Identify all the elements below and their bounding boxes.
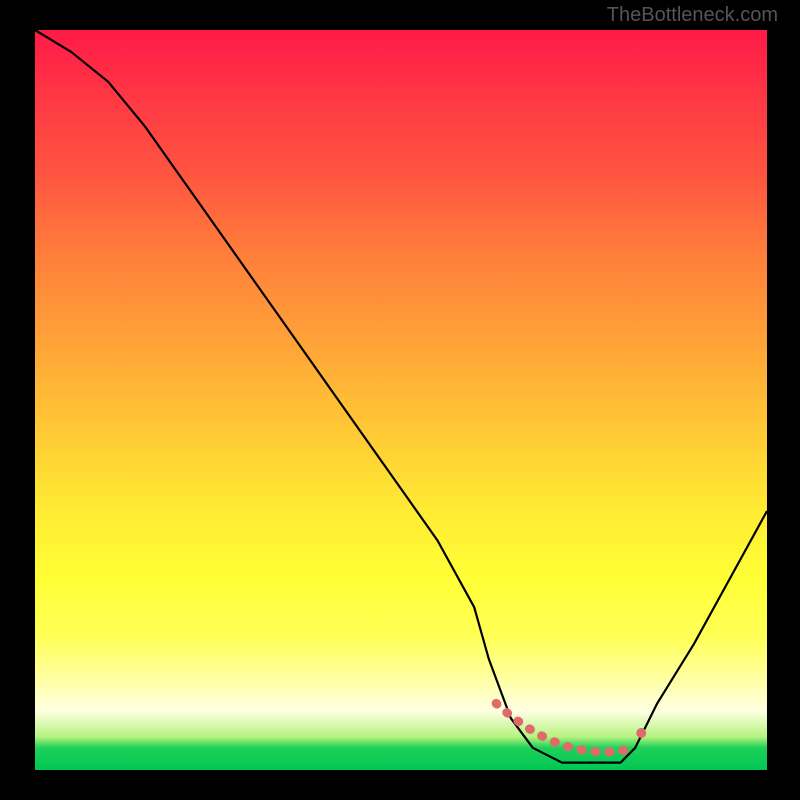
- chart-plot-area: [35, 30, 767, 770]
- chart-svg: [35, 30, 767, 770]
- watermark-text: TheBottleneck.com: [607, 4, 778, 27]
- bottleneck-curve-line: [35, 30, 767, 763]
